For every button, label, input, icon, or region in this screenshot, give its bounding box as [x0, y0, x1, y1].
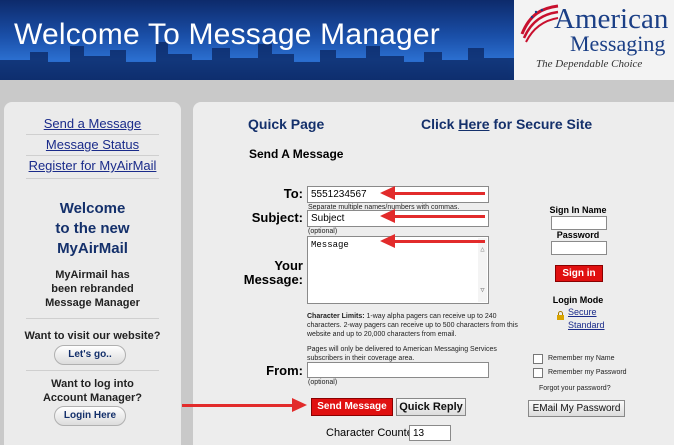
- secure-site-link[interactable]: Here: [458, 116, 489, 132]
- send-message-button[interactable]: Send Message: [311, 398, 393, 416]
- quick-reply-button[interactable]: Quick Reply: [396, 398, 466, 416]
- from-label: From:: [266, 363, 303, 378]
- rebrand-line-2: been rebranded: [51, 283, 134, 295]
- email-my-password-button[interactable]: EMail My Password: [528, 400, 625, 417]
- remember-name-checkbox[interactable]: [533, 354, 543, 364]
- header-divider-band: [0, 80, 674, 102]
- arrow-head-icon: [380, 186, 395, 200]
- subject-hint: (optional): [308, 228, 338, 235]
- page-title: Welcome To Message Manager: [14, 18, 440, 51]
- sidebar: Send a Message Message Status Register f…: [4, 102, 181, 445]
- login-mode-label: Login Mode: [552, 295, 604, 305]
- logo-tagline: The Dependable Choice: [536, 58, 643, 70]
- scroll-down-icon[interactable]: ▽: [478, 287, 487, 296]
- logo-text-messaging: Messaging: [570, 31, 666, 56]
- sidebar-link-register[interactable]: Register for MyAirMail: [4, 158, 181, 173]
- message-scrollbar[interactable]: △ ▽: [478, 238, 487, 302]
- secure-mode-link[interactable]: Secure: [568, 307, 597, 317]
- visit-website-question: Want to visit our website?: [24, 330, 161, 342]
- arrow-shaft: [182, 404, 292, 407]
- remember-password-checkbox[interactable]: [533, 368, 543, 378]
- arrow-head-icon: [292, 398, 307, 412]
- sidebar-divider: [26, 134, 159, 135]
- from-hint: (optional): [308, 379, 338, 386]
- arrow-shaft: [395, 192, 485, 195]
- message-label-line-2: Message:: [243, 272, 303, 287]
- welcome-line-3: MyAirMail: [57, 240, 128, 257]
- sidebar-divider: [26, 155, 159, 156]
- logo-text-american: American: [554, 3, 669, 35]
- sidebar-link-send-message[interactable]: Send a Message: [4, 116, 181, 131]
- message-textarea[interactable]: Message △ ▽: [307, 236, 489, 304]
- sign-in-name-label: Sign In Name: [549, 205, 607, 215]
- arrow-shaft: [395, 240, 485, 243]
- character-limits-label: Character Limits:: [307, 313, 365, 320]
- sidebar-divider: [26, 370, 159, 371]
- forgot-password-text: Forgot your password?: [539, 385, 611, 392]
- standard-mode-link[interactable]: Standard: [568, 320, 605, 330]
- secure-site-suffix: for Secure Site: [489, 116, 593, 132]
- secure-site-prefix: Click: [421, 116, 459, 132]
- scroll-up-icon[interactable]: △: [478, 246, 487, 255]
- delivery-note: Pages will only be delivered to American…: [307, 346, 497, 362]
- secure-site-heading: Click Here for Secure Site: [421, 116, 592, 132]
- welcome-line-1: Welcome: [59, 200, 126, 217]
- message-label-line-1: Your: [274, 258, 303, 273]
- login-question-line-2: Account Manager?: [42, 392, 142, 404]
- arrow-shaft: [395, 215, 485, 218]
- arrow-head-icon: [380, 209, 395, 223]
- sign-in-name-input[interactable]: [551, 216, 607, 230]
- sidebar-link-message-status[interactable]: Message Status: [4, 137, 181, 152]
- welcome-line-2: to the new: [55, 220, 130, 237]
- remember-password-label: Remember my Password: [548, 369, 627, 376]
- password-input[interactable]: [551, 241, 607, 255]
- sidebar-divider: [26, 318, 159, 319]
- password-label: Password: [556, 230, 600, 240]
- from-input[interactable]: [307, 362, 489, 378]
- arrow-head-icon: [380, 234, 395, 248]
- american-messaging-logo: American Messaging The Dependable Choice: [514, 0, 674, 80]
- lets-go-button[interactable]: Let's go..: [54, 345, 126, 365]
- subject-input[interactable]: Subject: [307, 210, 489, 227]
- login-here-button[interactable]: Login Here: [54, 406, 126, 426]
- remember-name-label: Remember my Name: [548, 355, 615, 362]
- rebrand-line-1: MyAirmail has: [55, 269, 130, 281]
- form-title: Send A Message: [249, 147, 344, 161]
- sidebar-divider: [26, 178, 159, 179]
- header-banner: Welcome To Message Manager American Mess…: [0, 0, 674, 80]
- login-question-line-1: Want to log into: [51, 378, 134, 390]
- main-panel: Quick Page Click Here for Secure Site Se…: [193, 102, 674, 445]
- rebrand-line-3: Message Manager: [45, 297, 140, 309]
- quick-page-heading: Quick Page: [248, 116, 325, 132]
- to-label: To:: [283, 186, 303, 201]
- sign-in-button[interactable]: Sign in: [555, 265, 603, 282]
- lock-icon: [556, 307, 565, 320]
- character-limits-note: Character Limits: 1-way alpha pagers can…: [307, 312, 529, 339]
- subject-label: Subject:: [251, 210, 303, 225]
- message-text: Message: [311, 240, 349, 250]
- character-counter-label: Character Counter: [326, 427, 417, 439]
- character-counter-value: 13: [409, 425, 451, 441]
